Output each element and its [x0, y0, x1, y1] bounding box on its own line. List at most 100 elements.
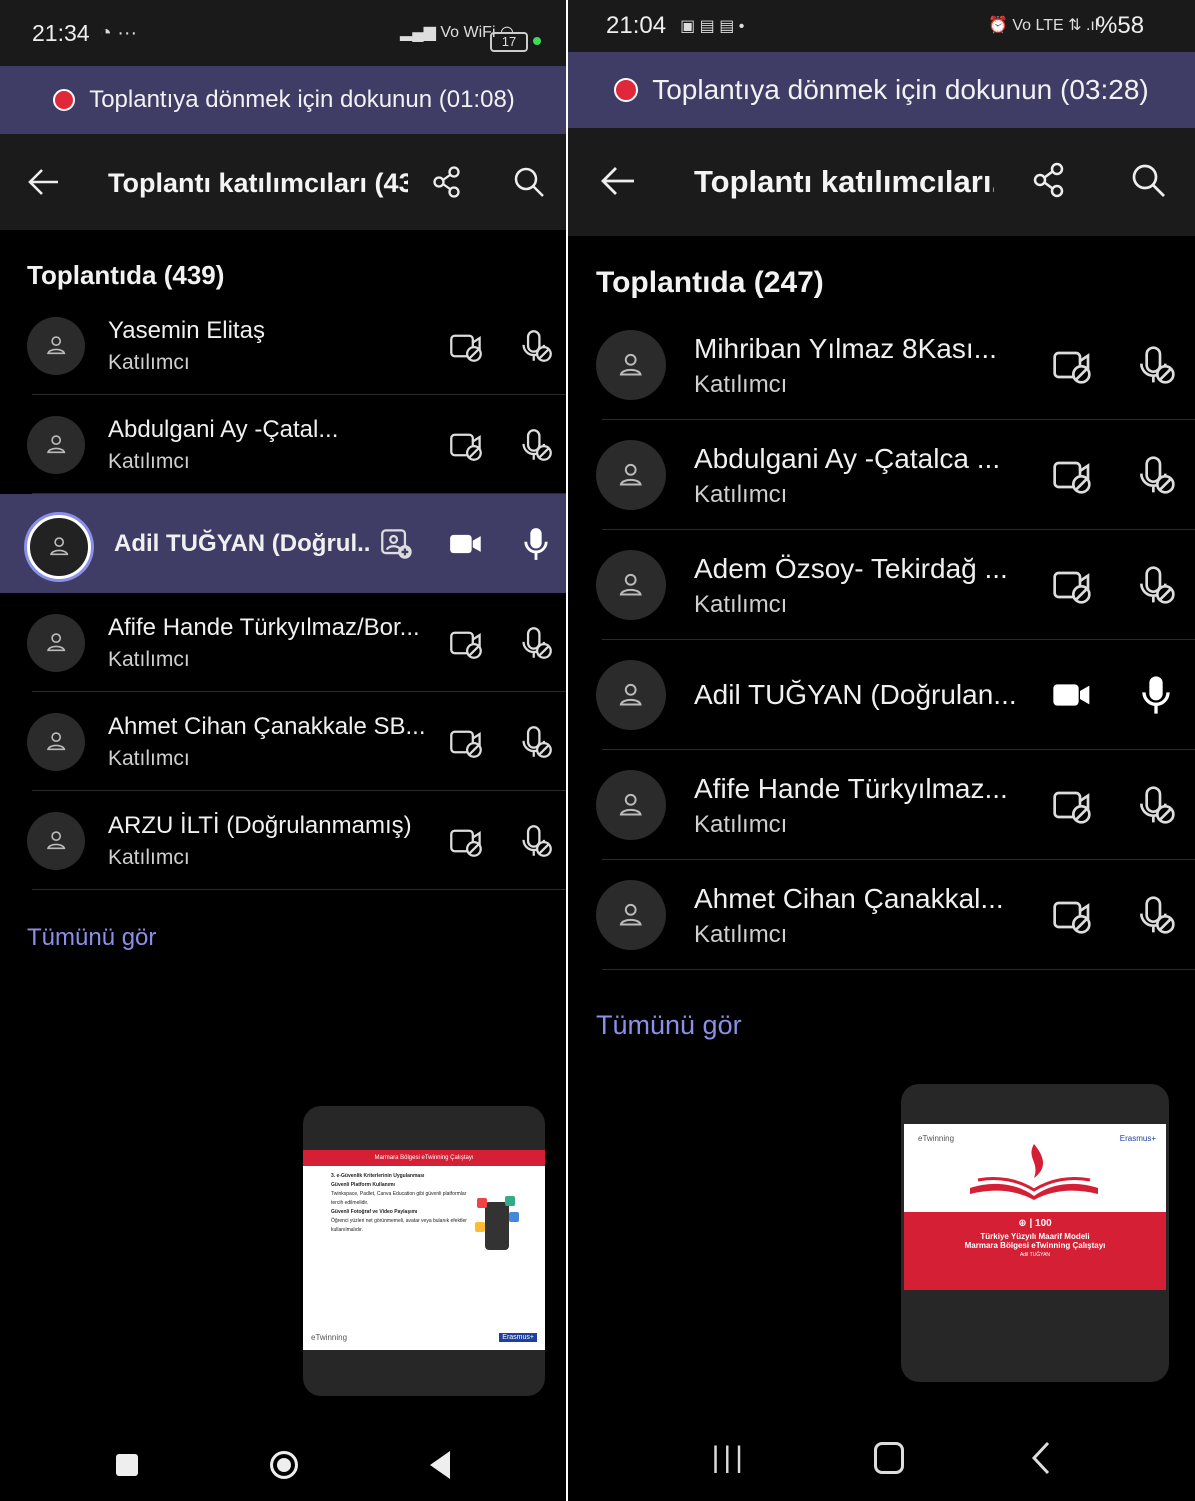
share-icon[interactable]: [1032, 162, 1066, 198]
recents-button-icon[interactable]: [116, 1454, 138, 1476]
avatar: [596, 440, 666, 510]
avatar: [27, 811, 85, 870]
person-icon: [46, 831, 66, 850]
avatar: [596, 770, 666, 840]
camera-off-icon[interactable]: [1052, 565, 1092, 605]
participant-name: ARZU İLTİ (Doğrulanmamış): [108, 812, 412, 839]
section-title: Toplantıda (439): [27, 260, 225, 290]
participant-row[interactable]: Mihriban Yılmaz 8Kası... Katılımcı: [568, 310, 1195, 420]
camera-off-icon[interactable]: [449, 428, 483, 462]
slide-line: Güvenli Platform Kullanımı: [331, 1182, 395, 1188]
participant-row[interactable]: Adil TUĞYAN (Doğrul..: [0, 494, 568, 593]
camera-on-icon[interactable]: [1052, 675, 1092, 715]
participant-role: Katılımcı: [694, 371, 788, 398]
participant-row[interactable]: Adem Özsoy- Tekirdağ ... Katılımcı: [568, 530, 1195, 640]
person-icon: [619, 354, 642, 376]
slide-line: Twinkspace, Padlet, Canva Education gibi…: [331, 1191, 467, 1206]
mic-off-icon[interactable]: [1136, 895, 1176, 935]
page-title: Toplantı katılımcıları...: [694, 164, 994, 199]
avatar: [27, 613, 85, 672]
camera-on-icon[interactable]: [449, 527, 483, 561]
participant-row[interactable]: Afife Hande Türkyılmaz... Katılımcı: [568, 750, 1195, 860]
back-arrow-icon[interactable]: [600, 166, 636, 196]
participant-name: Afife Hande Türkyılmaz...: [694, 773, 1008, 804]
mic-off-icon[interactable]: [1136, 785, 1176, 825]
slide-title: Marmara Bölgesi eTwinning Çalıştayı: [303, 1150, 545, 1166]
back-arrow-icon[interactable]: [28, 168, 60, 196]
mic-off-icon[interactable]: [519, 428, 553, 462]
mic-off-icon[interactable]: [519, 725, 553, 759]
camera-off-icon[interactable]: [449, 725, 483, 759]
participant-row[interactable]: Abdulgani Ay -Çatalca ... Katılımcı: [568, 420, 1195, 530]
status-bar: 21:04 ▣ ▤ ▤ • ⏰ Vo LTE ⇅ .ıl %58: [568, 0, 1195, 52]
see-all-link[interactable]: Tümünü gör: [596, 1010, 742, 1041]
person-icon: [619, 794, 642, 816]
camera-off-icon[interactable]: [449, 329, 483, 363]
mic-on-icon[interactable]: [1136, 675, 1176, 715]
mic-off-icon[interactable]: [519, 329, 553, 363]
recents-button-icon[interactable]: |||: [712, 1441, 747, 1475]
book-flame-logo: [970, 1144, 1098, 1200]
see-all-link[interactable]: Tümünü gör: [27, 924, 156, 952]
participant-row[interactable]: ARZU İLTİ (Doğrulanmamış) Katılımcı: [0, 791, 568, 890]
participant-name: Afife Hande Türkyılmaz/Bor...: [108, 614, 420, 641]
mic-off-icon[interactable]: [1136, 565, 1176, 605]
camera-off-icon[interactable]: [1052, 895, 1092, 935]
participant-row[interactable]: Adil TUĞYAN (Doğrulan...: [568, 640, 1195, 750]
participant-name: Yasemin Elitaş: [108, 317, 265, 344]
shared-screen-thumbnail[interactable]: eTwinning Erasmus+ ⊕ | 100 Türkiye Yüzyı…: [901, 1084, 1169, 1382]
mic-on-icon[interactable]: [519, 527, 553, 561]
slide-title-band: ⊕ | 100 Türkiye Yüzyılı Maarif Modeli Ma…: [904, 1212, 1166, 1290]
participant-role: Katılımcı: [108, 846, 190, 869]
participant-role: Katılımcı: [694, 811, 788, 838]
participant-role: Katılımcı: [108, 648, 190, 671]
participant-name: Abdulgani Ay -Çatal...: [108, 416, 339, 443]
participant-row[interactable]: Afife Hande Türkyılmaz/Bor... Katılımcı: [0, 593, 568, 692]
row-divider: [602, 969, 1195, 970]
mic-off-icon[interactable]: [1136, 455, 1176, 495]
mic-off-icon[interactable]: [1136, 345, 1176, 385]
section-title: Toplantıda (247): [596, 266, 824, 299]
avatar: [596, 660, 666, 730]
participant-row[interactable]: Ahmet Cihan Çanakkale SB... Katılımcı: [0, 692, 568, 791]
participant-name: Abdulgani Ay -Çatalca ...: [694, 443, 1001, 474]
camera-off-icon[interactable]: [449, 626, 483, 660]
avatar: [27, 514, 91, 579]
return-to-meeting-banner[interactable]: Toplantıya dönmek için dokunun (01:08): [0, 66, 568, 134]
camera-off-icon[interactable]: [1052, 455, 1092, 495]
back-button-icon[interactable]: [430, 1451, 452, 1479]
participant-row[interactable]: Ahmet Cihan Çanakkal... Katılımcı: [568, 860, 1195, 970]
slide-line: Öğrenci yüzleri net görünmemeli, avatar …: [331, 1218, 467, 1233]
status-bar: 21:34 ◔ ··· ▂▄▆ Vo WiFi ◠ 17: [0, 0, 568, 66]
etwinning-logo: eTwinning: [918, 1134, 955, 1143]
shared-screen-thumbnail[interactable]: Marmara Bölgesi eTwinning Çalıştayı 3. e…: [303, 1106, 545, 1396]
participant-role: Katılımcı: [108, 747, 190, 770]
participant-role: Katılımcı: [694, 591, 788, 618]
avatar: [596, 550, 666, 620]
search-icon[interactable]: [1130, 162, 1166, 198]
camera-off-icon[interactable]: [449, 824, 483, 858]
mic-off-icon[interactable]: [519, 626, 553, 660]
slide-line: 3. e-Güvenlik Kriterlerinin Uygulanması: [331, 1173, 425, 1179]
participant-role: Katılımcı: [694, 481, 788, 508]
avatar: [596, 330, 666, 400]
mic-off-icon[interactable]: [519, 824, 553, 858]
share-screen-icon[interactable]: [380, 527, 414, 561]
camera-off-icon[interactable]: [1052, 785, 1092, 825]
participant-row[interactable]: Abdulgani Ay -Çatal... Katılımcı: [0, 395, 568, 494]
return-to-meeting-banner[interactable]: Toplantıya dönmek için dokunun (03:28): [568, 52, 1195, 128]
search-icon[interactable]: [513, 166, 545, 198]
person-icon: [619, 904, 642, 926]
erasmus-logo: Erasmus+: [499, 1333, 537, 1342]
camera-off-icon[interactable]: [1052, 345, 1092, 385]
home-button-icon[interactable]: [874, 1442, 905, 1474]
participant-row[interactable]: Yasemin Elitaş Katılımcı: [0, 296, 568, 395]
banner-text: Toplantıya dönmek için dokunun (03:28): [652, 74, 1149, 105]
back-button-icon[interactable]: [1031, 1441, 1051, 1475]
person-icon: [46, 633, 66, 652]
share-icon[interactable]: [432, 166, 462, 198]
home-button-icon[interactable]: [270, 1451, 298, 1479]
slide-preview: Marmara Bölgesi eTwinning Çalıştayı 3. e…: [303, 1150, 545, 1350]
participant-name: Ahmet Cihan Çanakkal...: [694, 883, 1004, 914]
recording-dot-icon: [53, 89, 76, 111]
